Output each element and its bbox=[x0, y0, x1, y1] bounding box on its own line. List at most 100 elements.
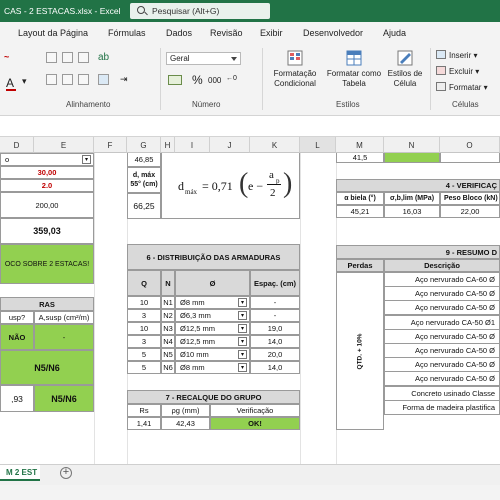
value-cell[interactable]: NÃO bbox=[0, 324, 34, 350]
recalque-verif-value[interactable]: OK! bbox=[210, 417, 300, 430]
verif-peso-value[interactable]: 22,00 bbox=[440, 205, 500, 218]
font-grow-icon[interactable]: ▾ bbox=[22, 76, 27, 87]
format-as-table-button[interactable]: Formatar como Tabela bbox=[325, 50, 383, 88]
dist-n-cell[interactable]: N1 bbox=[161, 296, 175, 309]
dist-qty-cell[interactable]: 5 bbox=[127, 348, 161, 361]
dist-spacing-cell[interactable]: 20,0 bbox=[250, 348, 300, 361]
col-header-o[interactable]: O bbox=[440, 137, 500, 153]
align-right-icon[interactable] bbox=[78, 74, 89, 85]
resumo-item[interactable]: Aço nervurado CA-50 Ø1 bbox=[384, 314, 500, 330]
value-cell[interactable]: 200,00 bbox=[0, 192, 94, 218]
delete-button[interactable]: Excluir ▾ bbox=[436, 66, 479, 76]
recalque-rs-value[interactable]: 1,41 bbox=[127, 417, 161, 430]
insert-button[interactable]: Inserir ▾ bbox=[436, 50, 477, 60]
value-cell[interactable]: 41,5 bbox=[336, 153, 384, 163]
dist-qty-cell[interactable]: 3 bbox=[127, 309, 161, 322]
align-top-icon[interactable] bbox=[46, 52, 57, 63]
resumo-item[interactable]: Aço nervurado CA-50 Ø bbox=[384, 328, 500, 344]
dist-n-cell[interactable]: N5 bbox=[161, 348, 175, 361]
resumo-item[interactable]: Aço nervurado CA-50 Ø bbox=[384, 371, 500, 387]
thousands-button[interactable]: 000 bbox=[208, 76, 221, 85]
dist-spacing-cell[interactable]: - bbox=[250, 309, 300, 322]
col-header-i[interactable]: I bbox=[175, 137, 210, 153]
font-color-swatch[interactable]: ~ bbox=[4, 52, 15, 63]
empty-cell[interactable] bbox=[440, 153, 500, 163]
value-cell[interactable]: N5/N6 bbox=[34, 385, 94, 412]
resumo-item[interactable]: Aço nervurado CA-50 Ø bbox=[384, 357, 500, 373]
dist-spacing-cell[interactable]: 14,0 bbox=[250, 335, 300, 348]
dist-diameter-select[interactable]: Ø12,5 mm ▾ bbox=[175, 322, 250, 335]
tab-data[interactable]: Dados bbox=[166, 28, 192, 38]
formula-bar[interactable] bbox=[0, 117, 500, 137]
value-cell[interactable]: 2.0 bbox=[0, 179, 94, 192]
verif-sigma-value[interactable]: 16,03 bbox=[384, 205, 440, 218]
col-header-j[interactable]: J bbox=[210, 137, 250, 153]
resumo-item[interactable]: Forma de madeira plastifica bbox=[384, 399, 500, 415]
option-select[interactable]: o ▾ bbox=[0, 153, 94, 166]
worksheet-grid[interactable]: D E F G H I J K L M N O o ▾ 30,00 2.0 20… bbox=[0, 137, 500, 464]
tab-help[interactable]: Ajuda bbox=[383, 28, 406, 38]
format-button[interactable]: Formatar ▾ bbox=[436, 82, 488, 92]
dist-diameter-select[interactable]: Ø8 mm ▾ bbox=[175, 296, 250, 309]
status-cell[interactable]: OCO SOBRE 2 ESTACAS! bbox=[0, 244, 94, 284]
decimal-increase-icon[interactable]: ←0 bbox=[226, 75, 237, 82]
tab-developer[interactable]: Desenvolvedor bbox=[303, 28, 363, 38]
col-header-h[interactable]: H bbox=[161, 137, 175, 153]
col-header-f[interactable]: F bbox=[94, 137, 127, 153]
col-header-m[interactable]: M bbox=[336, 137, 384, 153]
resumo-item[interactable]: Aço nervurado CA-50 Ø bbox=[384, 286, 500, 302]
currency-icon[interactable] bbox=[168, 75, 182, 85]
indent-icon[interactable]: ⇥ bbox=[120, 74, 131, 85]
resumo-item[interactable]: Aço nervurado CA-60 Ø bbox=[384, 272, 500, 287]
tab-review[interactable]: Revisão bbox=[210, 28, 243, 38]
value-cell[interactable]: 46,85 bbox=[127, 153, 161, 167]
recalque-pg-value[interactable]: 42,43 bbox=[161, 417, 210, 430]
percent-button[interactable]: % bbox=[192, 73, 203, 87]
dist-n-cell[interactable]: N2 bbox=[161, 309, 175, 322]
align-middle-icon[interactable] bbox=[62, 52, 73, 63]
tab-page-layout[interactable]: Layout da Página bbox=[18, 28, 88, 38]
add-sheet-icon[interactable]: + bbox=[60, 467, 72, 479]
dist-qty-cell[interactable]: 10 bbox=[127, 322, 161, 335]
conditional-format-button[interactable]: Formatação Condicional bbox=[270, 50, 320, 88]
dist-diameter-select[interactable]: Ø6,3 mm ▾ bbox=[175, 309, 250, 322]
value-cell[interactable]: ,93 bbox=[0, 385, 34, 412]
dist-diameter-select[interactable]: Ø10 mm ▾ bbox=[175, 348, 250, 361]
font-color-a-icon[interactable]: A bbox=[6, 76, 16, 91]
dist-qty-cell[interactable]: 10 bbox=[127, 296, 161, 309]
value-cell[interactable]: 30,00 bbox=[0, 166, 94, 179]
merge-center-icon[interactable] bbox=[98, 74, 109, 85]
col-header-d[interactable]: D bbox=[0, 137, 34, 153]
number-format-select[interactable]: Geral bbox=[166, 52, 241, 65]
align-bottom-icon[interactable] bbox=[78, 52, 89, 63]
cell-styles-button[interactable]: Estilos de Célula bbox=[385, 50, 425, 88]
dist-spacing-cell[interactable]: 14,0 bbox=[250, 361, 300, 374]
tab-view[interactable]: Exibir bbox=[260, 28, 283, 38]
col-header-g[interactable]: G bbox=[127, 137, 161, 153]
col-header-n[interactable]: N bbox=[384, 137, 440, 153]
dist-qty-cell[interactable]: 5 bbox=[127, 361, 161, 374]
search-input[interactable]: Pesquisar (Alt+G) bbox=[130, 3, 270, 19]
dist-spacing-cell[interactable]: - bbox=[250, 296, 300, 309]
align-left-icon[interactable] bbox=[46, 74, 57, 85]
resumo-item[interactable]: Aço nervurado CA-50 Ø bbox=[384, 300, 500, 316]
dist-n-cell[interactable]: N6 bbox=[161, 361, 175, 374]
value-cell[interactable]: - bbox=[34, 324, 94, 350]
dist-diameter-select[interactable]: Ø8 mm ▾ bbox=[175, 361, 250, 374]
dist-qty-cell[interactable]: 3 bbox=[127, 335, 161, 348]
green-cell[interactable] bbox=[384, 153, 440, 163]
dist-diameter-select[interactable]: Ø12,5 mm ▾ bbox=[175, 335, 250, 348]
col-header-e[interactable]: E bbox=[34, 137, 94, 153]
col-header-l[interactable]: L bbox=[300, 137, 336, 153]
align-center-icon[interactable] bbox=[62, 74, 73, 85]
orientation-icon[interactable]: ab bbox=[98, 52, 109, 63]
tab-formulas[interactable]: Fórmulas bbox=[108, 28, 146, 38]
dist-spacing-cell[interactable]: 19,0 bbox=[250, 322, 300, 335]
col-header-k[interactable]: K bbox=[250, 137, 300, 153]
verif-biela-value[interactable]: 45,21 bbox=[336, 205, 384, 218]
resumo-item[interactable]: Aço nervurado CA-50 Ø bbox=[384, 343, 500, 358]
sheet-tab-active[interactable]: M 2 EST bbox=[0, 465, 40, 481]
value-cell[interactable]: 359,03 bbox=[0, 218, 94, 244]
dist-n-cell[interactable]: N4 bbox=[161, 335, 175, 348]
dist-n-cell[interactable]: N3 bbox=[161, 322, 175, 335]
